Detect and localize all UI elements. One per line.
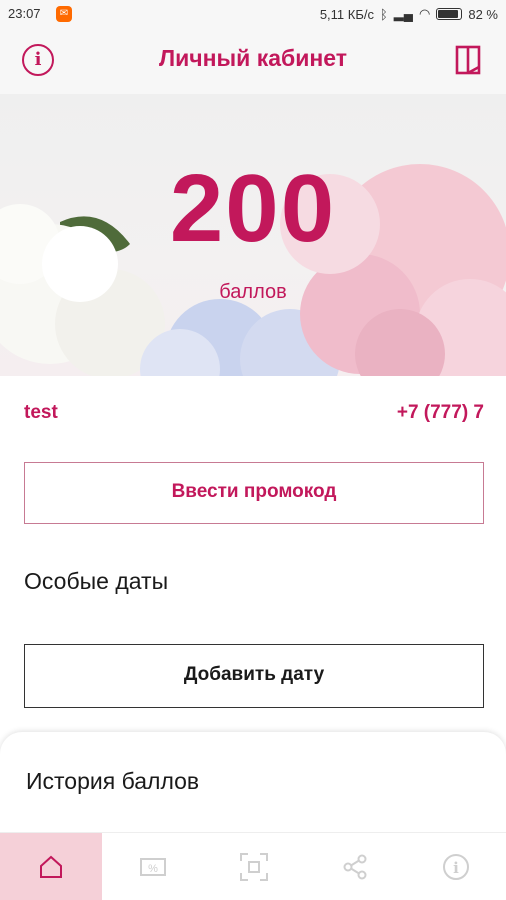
points-banner: 200 баллов bbox=[0, 94, 506, 376]
book-icon bbox=[455, 45, 481, 75]
svg-text:i: i bbox=[453, 859, 459, 877]
scan-icon bbox=[239, 852, 268, 881]
info-icon: i bbox=[442, 853, 469, 880]
svg-text:%: % bbox=[148, 863, 158, 875]
nav-discounts[interactable]: % bbox=[102, 833, 203, 900]
page-title: Личный кабинет bbox=[159, 45, 347, 71]
nav-home[interactable] bbox=[0, 833, 102, 900]
points-label: баллов bbox=[219, 281, 287, 303]
special-dates-title: Особые даты bbox=[24, 568, 169, 594]
signal-icon: ▂▄ bbox=[393, 6, 414, 21]
nav-info[interactable]: i bbox=[405, 833, 506, 900]
discount-icon: % bbox=[139, 857, 166, 876]
bottom-navigation: % i bbox=[0, 832, 506, 900]
nav-scan[interactable] bbox=[203, 833, 304, 900]
user-phone: +7 (777) 7 bbox=[396, 402, 484, 423]
bluetooth-icon: ᛒ bbox=[379, 6, 388, 22]
notification-app-icon: ✉ bbox=[56, 6, 72, 22]
enter-promocode-button[interactable]: Ввести промокод bbox=[24, 462, 484, 524]
battery-icon bbox=[436, 8, 463, 20]
points-history-card[interactable]: История баллов bbox=[0, 732, 506, 842]
catalog-button[interactable] bbox=[454, 44, 482, 76]
status-indicators: 5,11 КБ/с ᛒ ▂▄ ◠ 82 % bbox=[320, 6, 498, 22]
points-history-title: История баллов bbox=[26, 768, 200, 794]
share-icon bbox=[343, 854, 366, 879]
user-name: test bbox=[24, 402, 58, 423]
wifi-icon: ◠ bbox=[419, 6, 431, 21]
network-speed: 5,11 КБ/с bbox=[319, 6, 374, 22]
home-icon bbox=[40, 855, 62, 878]
points-value: 200 bbox=[169, 155, 337, 262]
battery-percent: 82 % bbox=[468, 6, 498, 22]
nav-share[interactable] bbox=[304, 833, 405, 900]
app-bar: i Личный кабинет bbox=[0, 28, 506, 94]
status-time: 23:07 bbox=[8, 6, 41, 21]
status-bar: 23:07 ✉ 5,11 КБ/с ᛒ ▂▄ ◠ 82 % bbox=[0, 0, 506, 28]
add-date-button[interactable]: Добавить дату bbox=[24, 644, 484, 708]
